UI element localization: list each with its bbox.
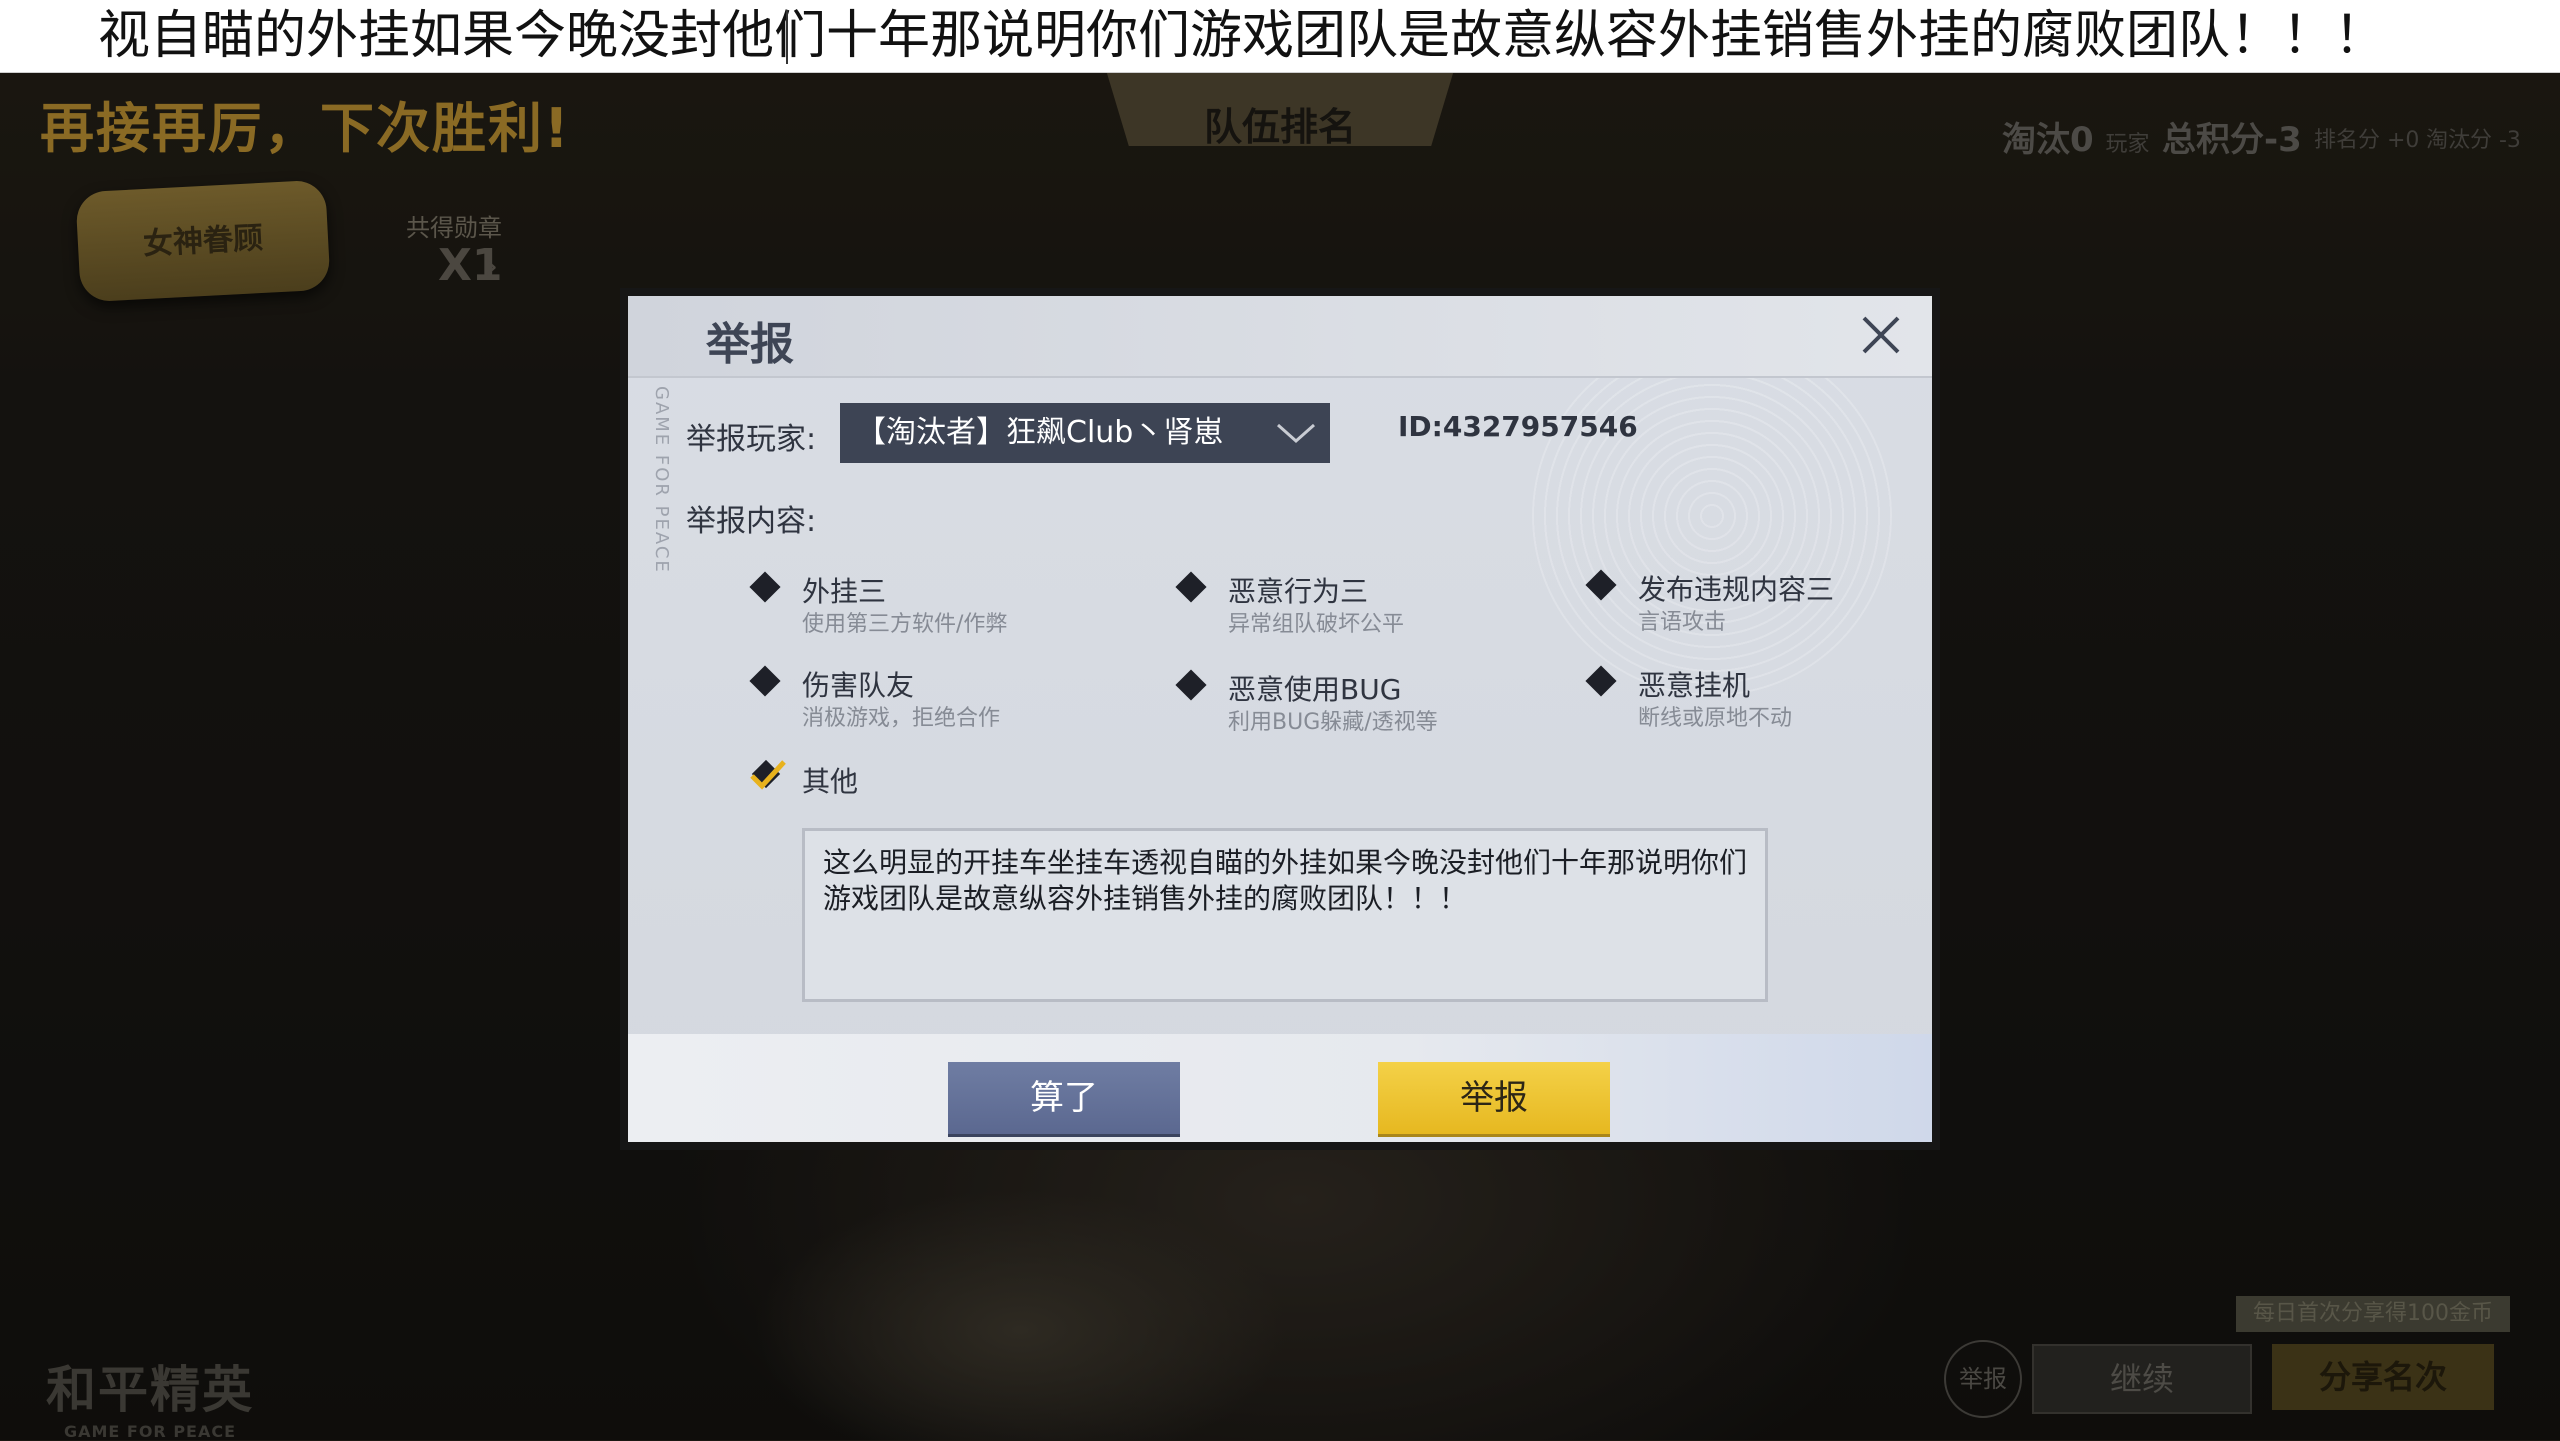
total-score-stat: 总积分-3	[2162, 112, 2302, 161]
game-logo: 和平精英 GAME FOR PEACE	[46, 1350, 254, 1441]
team-rank-label: 队伍排名	[1203, 105, 1356, 149]
checked-diamond-icon	[750, 759, 786, 790]
text-caret	[786, 10, 788, 64]
report-description-textarea[interactable]: 这么明显的开挂车坐挂车透视自瞄的外挂如果今晚没封他们十年那说明你们游戏团队是故意…	[802, 828, 1768, 1002]
report-circle-button[interactable]: 举报	[1944, 1340, 2022, 1418]
option-desc: 断线或原地不动	[1638, 706, 1793, 731]
logo-sub: GAME FOR PEACE	[63, 1422, 237, 1441]
eliminated-label: 淘汰	[2002, 120, 2070, 160]
logo-main: 和平精英	[46, 1361, 254, 1419]
option-title: 恶意行为三	[1228, 575, 1369, 608]
dialog-side-watermark: GAME FOR PEACE	[651, 386, 672, 574]
diamond-icon	[1175, 669, 1207, 701]
result-message: 再接再厉，下次胜利!	[40, 97, 571, 160]
option-desc: 使用第三方软件/作弊	[802, 612, 1008, 637]
share-bonus-tag: 每日首次分享得100金币	[2236, 1296, 2510, 1332]
dialog-footer: 算了 举报	[628, 1034, 1932, 1142]
content-label: 举报内容:	[686, 504, 817, 539]
character-silhouette	[560, 1130, 1480, 1440]
option-title: 伤害队友	[802, 669, 915, 702]
input-bar-text: 视自瞄的外挂如果今晚没封他们十年那说明你们游戏团队是故意纵容外挂销售外挂的腐败团…	[98, 6, 2387, 66]
player-label: 举报玩家:	[686, 422, 817, 457]
option-title: 恶意使用BUG	[1228, 673, 1402, 706]
player-selected: 【淘汰者】狂飙Club丶肾崽	[856, 415, 1224, 450]
medal-label: 共得勋章	[406, 214, 502, 242]
option-title: 其他	[802, 765, 859, 798]
diamond-icon	[749, 571, 781, 603]
diamond-icon	[1585, 569, 1617, 601]
option-desc: 言语攻击	[1638, 610, 1727, 635]
option-title: 外挂三	[802, 575, 887, 608]
continue-button[interactable]: 继续	[2032, 1344, 2252, 1414]
option-title: 恶意挂机	[1638, 669, 1751, 702]
total-score-value: -3	[2264, 120, 2302, 160]
player-id: ID:4327957546	[1398, 410, 1638, 443]
badge-label: 女神眷顾	[142, 220, 264, 263]
submit-report-button[interactable]: 举报	[1378, 1062, 1610, 1134]
diamond-icon	[1175, 571, 1207, 603]
option-title: 发布违规内容三	[1638, 573, 1835, 606]
chevron-down-icon	[1277, 423, 1315, 444]
total-score-label: 总积分	[2162, 120, 2264, 160]
dialog-title-bar: 举报	[628, 296, 1932, 378]
option-desc: 消极游戏，拒绝合作	[802, 706, 1001, 731]
cancel-button[interactable]: 算了	[948, 1062, 1180, 1134]
dialog-title: 举报	[706, 319, 794, 370]
chevron-right-icon[interactable]: ›	[484, 246, 498, 287]
goddess-badge: 女神眷顾	[75, 179, 331, 303]
diamond-icon	[749, 665, 781, 697]
player-dropdown[interactable]: 【淘汰者】狂飙Club丶肾崽	[840, 403, 1330, 463]
eliminated-unit: 玩家	[2105, 132, 2150, 157]
rank-score: 排名分 +0	[2314, 128, 2420, 153]
share-rank-button[interactable]: 分享名次	[2272, 1344, 2494, 1410]
eliminated-value: 0	[2070, 120, 2094, 160]
report-dialog: 举报 GAME FOR PEACE 举报玩家: 【淘汰者】狂飙Club丶肾崽 I…	[620, 288, 1940, 1150]
text-input-bar[interactable]: 视自瞄的外挂如果今晚没封他们十年那说明你们游戏团队是故意纵容外挂销售外挂的腐败团…	[0, 0, 2560, 73]
diamond-icon	[1585, 665, 1617, 697]
eliminated-stat: 淘汰0 玩家	[2002, 112, 2150, 161]
report-dialog-panel: 举报 GAME FOR PEACE 举报玩家: 【淘汰者】狂飙Club丶肾崽 I…	[628, 296, 1932, 1142]
elim-score: 淘汰分 -3	[2426, 128, 2521, 153]
option-desc: 异常组队破坏公平	[1228, 612, 1405, 637]
close-icon[interactable]	[1856, 310, 1906, 360]
option-desc: 利用BUG躲藏/透视等	[1228, 710, 1438, 735]
